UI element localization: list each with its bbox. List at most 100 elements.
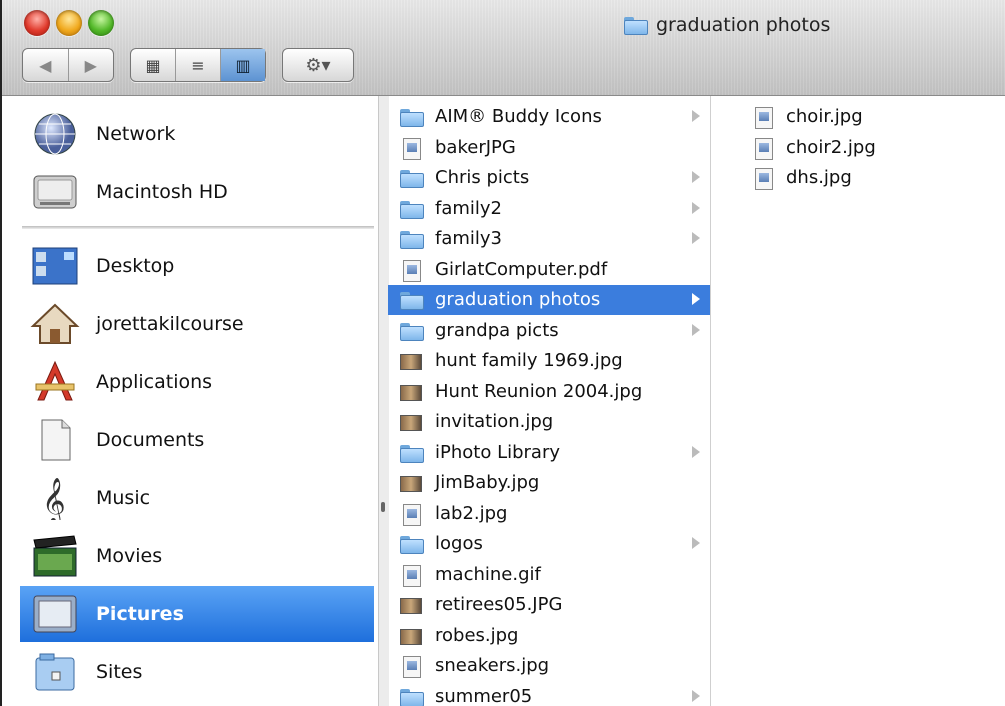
sidebar-item-pictures[interactable]: Pictures <box>20 586 374 642</box>
sidebar-item-macintosh-hd[interactable]: Macintosh HD <box>20 164 374 220</box>
splitter-handle[interactable] <box>381 502 385 512</box>
file-list-item[interactable]: GirlatComputer.pdf <box>388 255 710 285</box>
file-name: hunt family 1969.jpg <box>435 350 623 371</box>
action-gear-button[interactable]: ⚙▾ <box>283 49 353 81</box>
file-list-item[interactable]: Hunt Reunion 2004.jpg <box>388 377 710 407</box>
pictures-icon <box>30 592 80 636</box>
sidebar-item-label: jorettakilcourse <box>96 313 244 335</box>
sidebar-item-applications[interactable]: Applications <box>20 354 374 410</box>
folder-icon <box>400 229 424 249</box>
sidebar-item-network[interactable]: Network <box>20 106 374 162</box>
folder-icon <box>400 168 424 188</box>
file-name: AIM® Buddy Icons <box>435 106 602 127</box>
disclosure-arrow-icon <box>692 537 700 549</box>
file-name: invitation.jpg <box>435 411 554 432</box>
disclosure-arrow-icon <box>692 232 700 244</box>
disclosure-arrow-icon <box>692 293 700 305</box>
sidebar-item-movies[interactable]: Movies <box>20 528 374 584</box>
file-list-item[interactable]: choir2.jpg <box>744 133 1005 163</box>
file-name: logos <box>435 533 483 554</box>
window-title-text: graduation photos <box>656 14 831 36</box>
image-thumbnail-icon <box>400 351 424 371</box>
documents-icon <box>30 418 80 462</box>
finder-window: graduation photos ◀ ▶ ▦ ≡ ▥ ⚙▾ Network Ma… <box>0 0 1005 706</box>
folder-icon <box>400 107 424 127</box>
folder-icon <box>400 290 424 310</box>
folder-icon <box>400 534 424 554</box>
sidebar-item-sites[interactable]: Sites <box>20 644 374 700</box>
image-file-icon <box>400 656 424 678</box>
sidebar-item-label: Macintosh HD <box>96 181 228 203</box>
file-name: choir2.jpg <box>786 136 876 158</box>
list-view-button[interactable]: ≡ <box>176 49 221 81</box>
sidebar-item-label: Documents <box>96 429 205 451</box>
file-list-item[interactable]: invitation.jpg <box>388 407 710 437</box>
file-list-item[interactable]: machine.gif <box>388 560 710 590</box>
file-list-item[interactable]: dhs.jpg <box>744 163 1005 193</box>
image-thumbnail-icon <box>400 626 424 646</box>
image-file-icon <box>400 564 424 587</box>
view-mode-buttons: ▦ ≡ ▥ <box>130 48 266 82</box>
file-name: dhs.jpg <box>786 167 852 188</box>
column-graduation-photos: choir.jpg choir2.jpg dhs.jpg <box>744 96 1005 706</box>
file-list-item[interactable]: Chris picts <box>388 163 710 193</box>
sidebar-item-label: Network <box>96 123 176 145</box>
file-list-item[interactable]: AIM® Buddy Icons <box>388 102 710 132</box>
svg-text:𝄞: 𝄞 <box>42 478 66 520</box>
file-list-item[interactable]: lab2.jpg <box>388 499 710 529</box>
file-list-item[interactable]: sneakers.jpg <box>388 651 710 681</box>
file-list-item[interactable]: choir.jpg <box>744 102 1005 132</box>
file-name: grandpa picts <box>435 319 559 341</box>
sidebar-item-label: Pictures <box>96 603 184 625</box>
sidebar-item-documents[interactable]: Documents <box>20 412 374 468</box>
file-list-item[interactable]: bakerJPG <box>388 133 710 163</box>
disclosure-arrow-icon <box>692 445 700 458</box>
back-button[interactable]: ◀ <box>23 49 69 81</box>
file-list-item[interactable]: family3 <box>388 224 710 254</box>
sidebar-item-desktop[interactable]: Desktop <box>20 238 374 294</box>
file-name: machine.gif <box>435 563 541 585</box>
zoom-window-button[interactable] <box>88 10 114 36</box>
file-list-item[interactable]: graduation photos <box>388 285 710 315</box>
file-name: Hunt Reunion 2004.jpg <box>435 380 643 402</box>
browser-panes: Network Macintosh HD Desktop jorettakilcour… <box>2 96 1005 706</box>
sidebar-item-jorettakilcourse[interactable]: jorettakilcourse <box>20 296 374 352</box>
file-list-item[interactable]: iPhoto Library <box>388 438 710 468</box>
file-list-item[interactable]: hunt family 1969.jpg <box>388 346 710 376</box>
desktop-icon <box>30 244 80 288</box>
file-list-item[interactable]: JimBaby.jpg <box>388 468 710 498</box>
file-name: sneakers.jpg <box>435 655 550 676</box>
minimize-window-button[interactable] <box>56 10 82 36</box>
file-name: JimBaby.jpg <box>435 472 540 493</box>
sidebar-item-music[interactable]: 𝄞 Music <box>20 470 374 526</box>
column-pictures: AIM® Buddy Icons bakerJPG Chris picts famil… <box>388 96 711 706</box>
image-file-icon <box>752 107 776 129</box>
close-window-button[interactable] <box>24 10 50 36</box>
window-title: graduation photos <box>624 12 830 38</box>
icon-view-button[interactable]: ▦ <box>131 49 176 81</box>
sidebar-item-label: Music <box>96 487 151 509</box>
folder-icon <box>400 687 424 706</box>
home-icon <box>30 302 80 346</box>
file-list-item[interactable]: retirees05.JPG <box>388 590 710 620</box>
file-list-item[interactable]: grandpa picts <box>388 316 710 346</box>
file-name: robes.jpg <box>435 624 519 646</box>
file-list-item[interactable]: family2 <box>388 194 710 224</box>
file-list-item[interactable]: summer05 <box>388 682 710 706</box>
file-name: retirees05.JPG <box>435 594 563 615</box>
forward-button[interactable]: ▶ <box>69 49 114 81</box>
sidebar: Network Macintosh HD Desktop jorettakilcour… <box>16 96 379 706</box>
file-name: graduation photos <box>435 289 601 310</box>
file-name: iPhoto Library <box>435 441 561 463</box>
column-view-button[interactable]: ▥ <box>221 49 265 81</box>
disclosure-arrow-icon <box>692 110 700 122</box>
file-list-item[interactable]: robes.jpg <box>388 621 710 651</box>
file-list-item[interactable]: logos <box>388 529 710 559</box>
file-name: summer05 <box>435 685 533 706</box>
image-thumbnail-icon <box>400 595 424 615</box>
image-file-icon <box>400 137 424 160</box>
image-file-icon <box>400 503 424 526</box>
image-thumbnail-icon <box>400 473 424 493</box>
sites-icon <box>30 650 80 694</box>
pdf-document-icon <box>400 259 424 282</box>
